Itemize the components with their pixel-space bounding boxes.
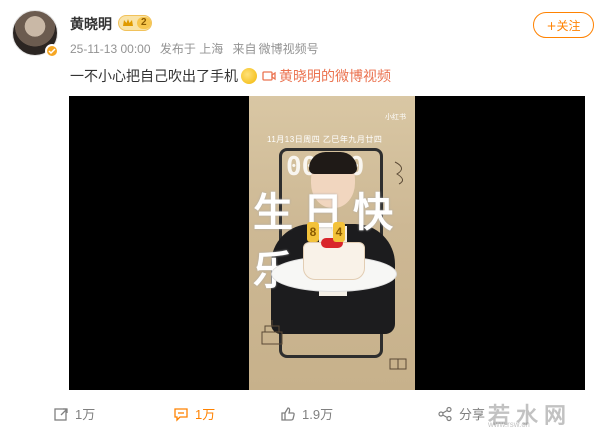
emoji-icon xyxy=(241,68,257,84)
member-crown-badge[interactable]: 2 xyxy=(118,15,152,31)
like-count: 1.9万 xyxy=(302,407,334,422)
site-watermark-url: www.rsw.cn xyxy=(488,420,530,429)
like-button[interactable]: 1.9万 xyxy=(280,404,333,423)
doodle-cake-icon xyxy=(259,318,285,351)
post-text: 一不小心把自己吹出了手机 xyxy=(70,69,238,85)
video-link[interactable]: 黄晓明的微博视频 xyxy=(262,66,391,86)
follow-button[interactable]: +关注 xyxy=(533,12,594,38)
video-watermark: 小红书 xyxy=(385,114,406,121)
repost-button[interactable]: 1万 xyxy=(53,404,95,423)
candle-first: 8 xyxy=(307,222,319,242)
comment-count: 1万 xyxy=(195,407,216,422)
crown-icon xyxy=(123,19,133,26)
video-date-line: 11月13日周四 乙巳年九月廿四 xyxy=(267,135,383,144)
post-date[interactable]: 25-11-13 00:00 xyxy=(70,42,151,56)
doodle-gift-icon xyxy=(389,356,407,373)
comment-button[interactable]: 1万 xyxy=(173,404,215,423)
author-name[interactable]: 黄晓明 xyxy=(70,14,112,34)
post-via: 来自 xyxy=(232,42,257,56)
video-link-label: 黄晓明的微博视频 xyxy=(279,69,391,85)
verified-badge-icon xyxy=(45,44,59,58)
thumbs-up-icon xyxy=(281,406,295,421)
share-icon xyxy=(438,406,452,421)
video-player[interactable]: 小红书 11月13日周四 乙巳年九月廿四 00:00 生日快乐 8 4 xyxy=(69,96,585,390)
share-label: 分享 xyxy=(459,407,486,422)
post-client[interactable]: 微博视频号 xyxy=(259,42,319,56)
comment-icon xyxy=(174,407,188,422)
share-button[interactable]: 分享 xyxy=(437,404,485,423)
person-hair xyxy=(309,152,357,174)
doodle-streamer-icon xyxy=(393,160,409,189)
repost-icon xyxy=(54,407,68,421)
candle-second: 4 xyxy=(333,222,345,242)
video-icon xyxy=(262,71,276,81)
post-location: 发布于 上海 xyxy=(159,42,224,56)
member-level: 2 xyxy=(137,17,151,29)
video-poster: 小红书 11月13日周四 乙巳年九月廿四 00:00 生日快乐 8 4 xyxy=(249,96,415,390)
repost-count: 1万 xyxy=(75,407,96,422)
post-text-row: 一不小心把自己吹出了手机 黄晓明的微博视频 xyxy=(70,66,391,86)
post-meta: 25-11-13 00:00 发布于 上海 来自 微博视频号 xyxy=(70,40,325,57)
follow-button-label: +关注 xyxy=(546,18,581,33)
